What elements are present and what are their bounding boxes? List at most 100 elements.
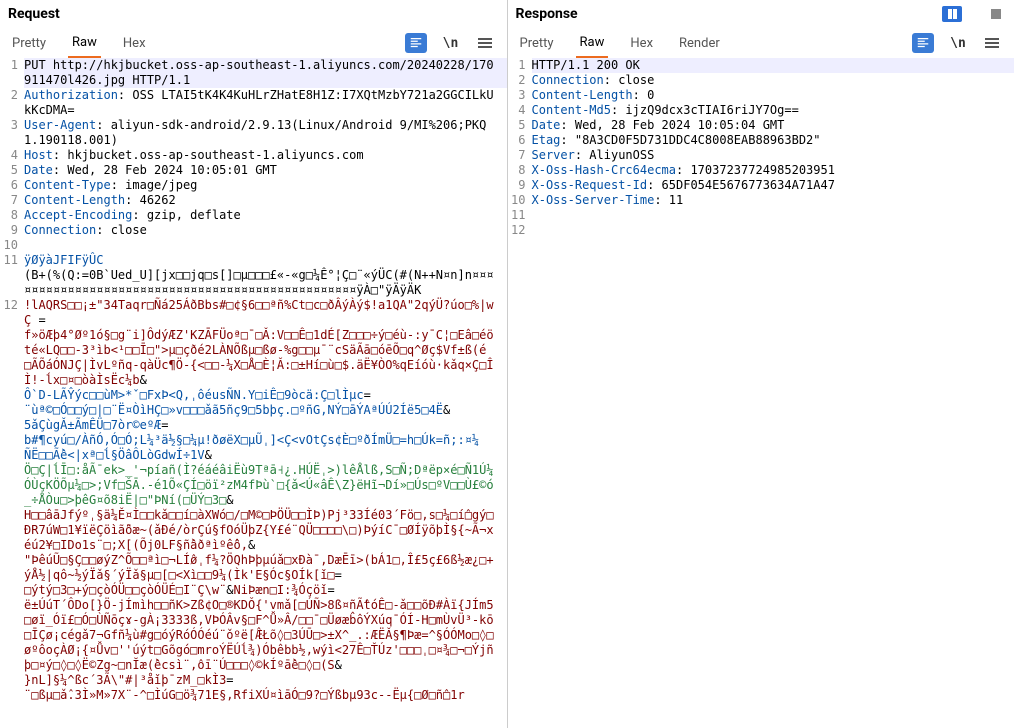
line-number: 9 [508, 178, 532, 193]
code-line[interactable]: 10 [0, 238, 507, 253]
code-line[interactable]: 10X-Oss-Server-Time: 11 [508, 193, 1014, 208]
line-number [0, 268, 24, 298]
line-number: 7 [508, 148, 532, 163]
code-line[interactable]: }nL]§¼^ßc´3Ã\"#|³åǐþ¯zM_□kÌ3= [0, 673, 507, 688]
code-line[interactable]: 7Content-Length: 46262 [0, 193, 507, 208]
code-line[interactable]: 6Content-Type: image/jpeg [0, 178, 507, 193]
code-line[interactable]: 4Host: hkjbucket.oss-ap-southeast-1.aliy… [0, 148, 507, 163]
line-text: 5ǎÇùgǍ±ÃmÊÜ□7òr©eºÆ= [24, 418, 507, 433]
code-line[interactable]: ÑË□□Ã̂è<|xª□ĺ§ÖâÔLòGdwÍ÷1V& [0, 448, 507, 463]
line-text [24, 238, 507, 253]
line-number [0, 418, 24, 433]
line-text: PUT http://hkjbucket.oss-ap-southeast-1.… [24, 58, 507, 88]
prettify-button[interactable] [912, 33, 934, 53]
line-number [0, 463, 24, 508]
line-number [0, 403, 24, 418]
line-number: 8 [0, 208, 24, 223]
code-line[interactable]: 5ǎÇùgǍ±ÃmÊÜ□7òr©eºÆ= [0, 418, 507, 433]
code-line[interactable]: (B+(%(Q:=0B`Ued_U][jx□□jq□s[]□µ□□□£«-«g□… [0, 268, 507, 298]
line-text: Host: hkjbucket.oss-ap-southeast-1.aliyu… [24, 148, 507, 163]
line-number [0, 688, 24, 703]
code-line[interactable]: 3Content-Length: 0 [508, 88, 1014, 103]
tab-hex[interactable]: Hex [626, 30, 657, 57]
code-line[interactable]: Ô`D-LÃŶýc□□ùM>*ˇ□FxÞ<Q,ˌôéusÑN.Y□iÊ□9òcä… [0, 388, 507, 403]
tab-raw[interactable]: Raw [68, 29, 101, 58]
code-line[interactable]: H□□âāJfýºˌ§ä¼Ě¤Ì□□kǎ□□í□àXWó□/□M©□ÞÖÜ□□Ì… [0, 508, 507, 553]
line-text: Etag: "8A3CD0F5D731DDC4C8008EAB88963BD2" [532, 133, 1014, 148]
line-number: 11 [0, 253, 24, 268]
response-tabs: Pretty Raw Hex Render \n [508, 28, 1014, 58]
line-text: Date: Wed, 28 Feb 2024 10:05:01 GMT [24, 163, 507, 178]
code-line[interactable]: 1PUT http://hkjbucket.oss-ap-southeast-1… [0, 58, 507, 88]
code-line[interactable]: 8X-Oss-Hash-Crc64ecma: 17037237724985203… [508, 163, 1014, 178]
view-mode-buttons [942, 6, 1006, 22]
code-line[interactable]: 4Content-Md5: ijzQ9dcx3cTIAI6riJY7Og== [508, 103, 1014, 118]
line-text: "ÞêúŨ□§Ç□□øýZ^Õ□□ªì□¬LÍ̂øˌf¼?ÖQhÞþµúǎ□xÐ… [24, 553, 507, 583]
view-rows-button[interactable] [964, 6, 984, 22]
code-line[interactable]: b#¶cyú□/ÀñÓ,Ó□Ó;L¼³ä½§□¼µ!ðøëX□µŨˌ]<Ç<vO… [0, 433, 507, 448]
code-line[interactable]: 12 [508, 223, 1014, 238]
line-text: X-Oss-Request-Id: 65DF054E5676773634A71A… [532, 178, 1014, 193]
tab-hex[interactable]: Hex [119, 30, 150, 57]
tab-pretty[interactable]: Pretty [8, 30, 50, 57]
tab-render[interactable]: Render [675, 30, 724, 57]
line-text: b#¶cyú□/ÀñÓ,Ó□Ó;L¼³ä½§□¼µ!ðøëX□µŨˌ]<Ç<vO… [24, 433, 507, 448]
menu-icon[interactable] [982, 33, 1002, 53]
code-line[interactable]: 8Accept-Encoding: gzip, deflate [0, 208, 507, 223]
line-text: X-Oss-Hash-Crc64ecma: 170372377249852039… [532, 163, 1014, 178]
code-line[interactable]: 11ÿØÿàJFIFÿÛC [0, 253, 507, 268]
line-number: 2 [0, 88, 24, 118]
line-text: Connection: close [24, 223, 507, 238]
line-number: 10 [0, 238, 24, 253]
line-text: f»öÆþ4°Øº1ó§□g¨i]ÔdýÆZ'KZĀFÜoª□¯□Ǎ:V□□Ê□… [24, 328, 507, 388]
line-number: 12 [508, 223, 532, 238]
line-wrap-toggle[interactable]: \n [948, 33, 968, 53]
line-text: Ô`D-LÃŶýc□□ùM>*ˇ□FxÞ<Q,ˌôéusÑN.Y□iÊ□9òcä… [24, 388, 507, 403]
code-line[interactable]: 12!lAQRS□□¡±"34Taqr□Ñá25ÁðBbs#□¢§6□□ªñ%C… [0, 298, 507, 328]
request-content[interactable]: 1PUT http://hkjbucket.oss-ap-southeast-1… [0, 58, 507, 728]
line-wrap-toggle[interactable]: \n [441, 33, 461, 53]
code-line[interactable]: 5Date: Wed, 28 Feb 2024 10:05:01 GMT [0, 163, 507, 178]
code-line[interactable]: 11 [508, 208, 1014, 223]
line-text: Content-Length: 46262 [24, 193, 507, 208]
line-text: ÑË□□Ã̂è<|xª□ĺ§ÖâÔLòGdwÍ÷1V& [24, 448, 507, 463]
menu-icon[interactable] [475, 33, 495, 53]
line-number [0, 508, 24, 553]
line-text: H□□âāJfýºˌ§ä¼Ě¤Ì□□kǎ□□í□àXWó□/□M©□ÞÖÜ□□Ì… [24, 508, 507, 553]
view-columns-button[interactable] [942, 6, 962, 22]
tab-raw[interactable]: Raw [576, 29, 609, 58]
code-line[interactable]: 5Date: Wed, 28 Feb 2024 10:05:04 GMT [508, 118, 1014, 133]
code-line[interactable]: 2Connection: close [508, 73, 1014, 88]
response-pane: Response Pretty Raw Hex Render \n 1HTTP/… [508, 0, 1014, 728]
view-single-button[interactable] [986, 6, 1006, 22]
line-text: Ö□Ç|ĺĪ□:åÃ¯ek>_'¬píañ(Ì?éáéâiËù9Tªā˧¿.HÚ… [24, 463, 507, 508]
tab-pretty[interactable]: Pretty [516, 30, 558, 57]
line-number: 7 [0, 193, 24, 208]
code-line[interactable]: 2Authorization: OSS LTAI5tK4K4KuHLrZHatE… [0, 88, 507, 118]
line-number: 3 [0, 118, 24, 148]
code-line[interactable]: 6Etag: "8A3CD0F5D731DDC4C8008EAB88963BD2… [508, 133, 1014, 148]
code-line[interactable]: 9X-Oss-Request-Id: 65DF054E5676773634A71… [508, 178, 1014, 193]
code-line[interactable]: Ö□Ç|ĺĪ□:åÃ¯ek>_'¬píañ(Ì?éáéâiËù9Tªā˧¿.HÚ… [0, 463, 507, 508]
code-line[interactable]: □ýtý□3□+ý□çòÓÜ□□çòÓÜÉ□I¨Ç\w¨&NiÞæn□I:¾Óç… [0, 583, 507, 598]
line-number: 4 [0, 148, 24, 163]
code-line[interactable]: 1HTTP/1.1 200 OK [508, 58, 1014, 73]
line-text: ¨ùª©□Ó□□ý□|□¨Ë¤ÒìHÇ□»v□□□ǎã5ñç9□5bþç.□ºñ… [24, 403, 507, 418]
response-content[interactable]: 1HTTP/1.1 200 OK2Connection: close3Conte… [508, 58, 1014, 728]
line-number: 11 [508, 208, 532, 223]
code-line[interactable]: ¨ùª©□Ó□□ý□|□¨Ë¤ÒìHÇ□»v□□□ǎã5ñç9□5bþç.□ºñ… [0, 403, 507, 418]
line-text: ¨□ßµ□ǎ̂.3Ì»M»7X¨-^□ÌúG□ö¾71E§,RfiXÚ¤ìāÓ□… [24, 688, 507, 703]
code-line[interactable]: "ÞêúŨ□§Ç□□øýZ^Õ□□ªì□¬LÍ̂øˌf¼?ÖQhÞþµúǎ□xÐ… [0, 553, 507, 583]
code-line[interactable]: 7Server: AliyunOSS [508, 148, 1014, 163]
code-line[interactable]: f»öÆþ4°Øº1ó§□g¨i]ÔdýÆZ'KZĀFÜoª□¯□Ǎ:V□□Ê□… [0, 328, 507, 388]
line-number: 1 [0, 58, 24, 88]
code-line[interactable]: ¨□ßµ□ǎ̂.3Ì»M»7X¨-^□ÌúG□ö¾71E§,RfiXÚ¤ìāÓ□… [0, 688, 507, 703]
code-line[interactable]: 3User-Agent: aliyun-sdk-android/2.9.13(L… [0, 118, 507, 148]
code-line[interactable]: ë±ÚúT´ÔDo[}Ö-jÍmìh□□ñK>Zß¢O□®KDǑ{'vmǎ[□Ú… [0, 598, 507, 673]
line-text: User-Agent: aliyun-sdk-android/2.9.13(Li… [24, 118, 507, 148]
line-number [0, 553, 24, 583]
request-tabs: Pretty Raw Hex \n [0, 28, 507, 58]
code-line[interactable]: 9Connection: close [0, 223, 507, 238]
prettify-button[interactable] [405, 33, 427, 53]
response-toolbar: \n [912, 33, 1002, 53]
